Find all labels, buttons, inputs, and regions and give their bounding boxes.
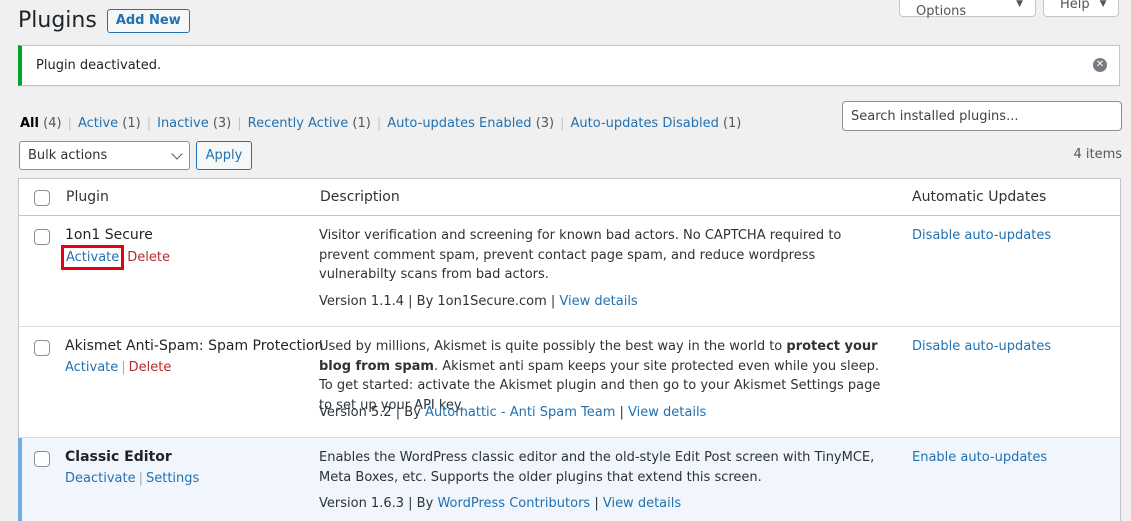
plugins-table: Plugin Description Automatic Updates 1on…: [18, 178, 1121, 521]
plugin-name: Classic Editor: [65, 449, 172, 465]
filter-all-label: All: [20, 116, 39, 131]
screen-meta-links: Screen Options ▼ Help ▼: [899, 0, 1119, 19]
table-header: Plugin Description Automatic Updates: [19, 179, 1120, 216]
plugin-description: Enables the WordPress classic editor and…: [319, 450, 875, 485]
row-checkbox[interactable]: [34, 340, 50, 356]
plugin-author-link[interactable]: WordPress Contributors: [437, 496, 590, 511]
plugin-version-line: Version 1.1.4 | By 1on1Secure.com | View…: [319, 294, 638, 309]
caret-down-icon: ▼: [1099, 0, 1107, 9]
row-actions: Activate Delete: [60, 245, 170, 270]
filter-all-count: (4): [43, 116, 62, 131]
plugin-name: Akismet Anti-Spam: Spam Protection: [65, 338, 324, 354]
filter-auto-updates-disabled[interactable]: Auto-updates Disabled (1): [571, 116, 742, 131]
view-details-link[interactable]: View details: [559, 294, 637, 309]
screen-options-label: Screen Options: [916, 0, 967, 19]
filter-recently-active[interactable]: Recently Active (1): [248, 116, 371, 131]
bulk-actions-value: Bulk actions: [28, 148, 108, 163]
separator: |: [376, 116, 382, 131]
separator: |: [121, 360, 126, 375]
plugin-author-link[interactable]: Automattic - Anti Spam Team: [425, 405, 615, 420]
separator: |: [67, 116, 72, 131]
filter-active-label[interactable]: Active: [78, 116, 118, 131]
filter-active[interactable]: Active (1): [78, 116, 141, 131]
table-row: Classic Editor Deactivate | Settings Ena…: [18, 438, 1120, 521]
separator: |: [146, 116, 152, 131]
row-checkbox[interactable]: [34, 229, 50, 245]
view-details-link[interactable]: View details: [628, 405, 706, 420]
page-header: Plugins Add New: [18, 8, 190, 33]
separator: |: [138, 471, 143, 486]
settings-link[interactable]: Settings: [146, 471, 199, 486]
view-details-link[interactable]: View details: [603, 496, 681, 511]
row-checkbox[interactable]: [34, 451, 50, 467]
help-button[interactable]: Help ▼: [1043, 0, 1119, 17]
select-all-checkbox[interactable]: [34, 190, 50, 206]
separator: |: [560, 116, 565, 131]
description-text: Used by millions, Akismet is quite possi…: [319, 339, 787, 354]
page-title: Plugins: [18, 8, 97, 33]
plugin-author: By 1on1Secure.com: [416, 294, 547, 309]
plugin-description: Used by millions, Akismet is quite possi…: [319, 337, 894, 415]
items-count: 4 items: [1073, 147, 1122, 162]
filter-inactive[interactable]: Inactive (3): [157, 116, 231, 131]
plugin-deactivated-notice: Plugin deactivated. ✕: [18, 45, 1120, 86]
filter-auto-updates-disabled-label[interactable]: Auto-updates Disabled: [571, 116, 719, 131]
close-circle-icon[interactable]: ✕: [1093, 58, 1107, 72]
plugin-status-filters: All (4) | Active (1) | Inactive (3) | Re…: [20, 116, 741, 131]
filter-auto-updates-enabled[interactable]: Auto-updates Enabled (3): [387, 116, 554, 131]
plugin-description: Visitor verification and screening for k…: [319, 228, 842, 282]
filter-auto-updates-enabled-label[interactable]: Auto-updates Enabled: [387, 116, 531, 131]
delete-link[interactable]: Delete: [127, 250, 170, 265]
plugin-version-line: Version 1.6.3 | By WordPress Contributor…: [319, 496, 682, 511]
row-actions: Deactivate | Settings: [65, 471, 199, 486]
plugin-version: Version 1.1.4: [319, 294, 405, 309]
search-plugins-input[interactable]: [842, 101, 1122, 131]
filter-recently-active-label[interactable]: Recently Active: [248, 116, 349, 131]
help-label: Help: [1060, 0, 1090, 12]
auto-updates-toggle-link[interactable]: Disable auto-updates: [912, 228, 1051, 243]
chevron-down-icon: [171, 147, 183, 160]
filter-auto-updates-enabled-count: (3): [535, 116, 555, 131]
by-label: By: [404, 405, 421, 420]
column-description: Description: [320, 189, 400, 205]
apply-button[interactable]: Apply: [196, 141, 252, 170]
screen-options-button[interactable]: Screen Options ▼: [899, 0, 1036, 19]
caret-down-icon: ▼: [1016, 0, 1023, 9]
row-actions: Activate | Delete: [65, 360, 171, 375]
filter-inactive-count: (3): [212, 116, 232, 131]
activate-link[interactable]: Activate: [60, 245, 125, 270]
plugin-version: Version 5.2: [319, 405, 392, 420]
plugin-version-line: Version 5.2 | By Automattic - Anti Spam …: [319, 405, 707, 420]
column-plugin: Plugin: [66, 189, 109, 205]
notice-text: Plugin deactivated.: [36, 58, 162, 73]
filter-inactive-label[interactable]: Inactive: [157, 116, 209, 131]
filter-auto-updates-disabled-count: (1): [722, 116, 742, 131]
plugin-name: 1on1 Secure: [65, 227, 153, 243]
deactivate-link[interactable]: Deactivate: [65, 471, 136, 486]
filter-all[interactable]: All (4): [20, 116, 62, 131]
delete-link[interactable]: Delete: [129, 360, 172, 375]
auto-updates-toggle-link[interactable]: Enable auto-updates: [912, 450, 1047, 465]
by-label: By: [416, 496, 434, 511]
add-new-button[interactable]: Add New: [106, 8, 190, 33]
activate-link[interactable]: Activate: [65, 360, 118, 375]
separator: |: [237, 116, 242, 131]
plugin-version: Version 1.6.3: [319, 496, 405, 511]
filter-recently-active-count: (1): [352, 116, 371, 131]
table-row: 1on1 Secure Activate Delete Visitor veri…: [19, 216, 1120, 327]
column-automatic-updates: Automatic Updates: [912, 189, 1047, 205]
table-row: Akismet Anti-Spam: Spam Protection Activ…: [19, 327, 1120, 438]
bulk-actions-select[interactable]: Bulk actions: [19, 141, 190, 170]
filter-active-count: (1): [122, 116, 141, 131]
auto-updates-toggle-link[interactable]: Disable auto-updates: [912, 339, 1051, 354]
